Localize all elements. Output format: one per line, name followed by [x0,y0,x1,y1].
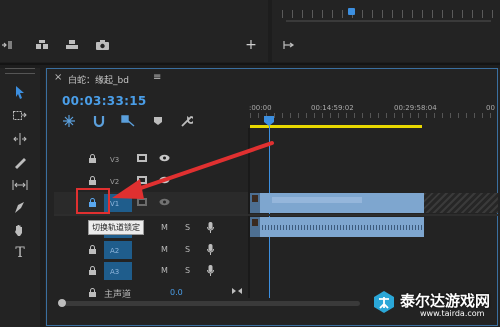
hand-tool-icon[interactable] [12,222,28,238]
a1-mic-icon[interactable] [205,221,215,233]
sequence-tab-menu-icon[interactable]: ≡ [153,72,161,83]
add-icon[interactable]: + [244,37,258,53]
ruler-tick-0: :00:00 [249,104,272,112]
watermark-url: www.tairda.com [420,309,485,318]
go-to-end-icon[interactable] [230,285,244,297]
scrollbar-left-handle[interactable] [58,299,66,307]
linked-selection-icon[interactable] [120,114,136,128]
mark-in-icon[interactable] [282,38,296,52]
ruler-tick-1: 00:14:59:02 [311,104,354,112]
a3-solo-button[interactable]: S [185,266,190,275]
add-marker-icon[interactable] [151,114,165,128]
ruler-tick-2: 00:29:58:04 [394,104,437,112]
a2-mute-button[interactable]: M [161,245,168,254]
a1-mute-button[interactable]: M [161,223,168,232]
ripple-edit-tool-icon[interactable] [12,131,28,147]
a2-lock-icon[interactable] [87,244,97,254]
v1-hatched-region [424,193,498,213]
lock-tooltip: 切换轨道锁定 [88,220,144,235]
a3-track-label[interactable]: A3 [110,268,119,276]
camera-icon[interactable] [94,38,110,52]
selection-tool-icon[interactable] [12,84,28,100]
a1-solo-button[interactable]: S [185,223,190,232]
nest-toggle-icon[interactable] [62,114,76,128]
slip-tool-icon[interactable] [12,177,28,193]
annotation-arrow [112,141,274,199]
ripple-out-icon[interactable] [0,38,14,52]
track-select-tool-icon[interactable] [12,108,28,124]
sequence-tab-title[interactable]: 白蛇：缘起_bd [68,73,129,86]
a3-lock-icon[interactable] [87,265,97,275]
ruler-minor-ticks [250,113,498,118]
watermark-logo [372,290,396,314]
top-panel-divider [0,63,500,65]
lock-tooltip-text: 切换轨道锁定 [92,223,140,232]
timecode-display[interactable]: 00:03:33:15 [62,94,147,108]
top-panel-left [0,0,268,62]
ruler-tick-3: 00 [486,104,495,112]
a3-mic-icon[interactable] [205,264,215,276]
a2-track-label[interactable]: A2 [110,247,119,255]
master-volume-value[interactable]: 0.0 [170,288,183,297]
v3-lock-icon[interactable] [87,153,97,163]
source-scroll-track[interactable] [286,20,491,22]
horizontal-scrollbar[interactable] [60,301,360,306]
tools-panel-grip [5,68,35,74]
tools-panel [0,68,40,327]
sequence-tab-close[interactable]: × [54,72,62,83]
pen-tool-icon[interactable] [12,200,28,216]
a1-audio-clip[interactable] [250,217,424,237]
razor-tool-icon[interactable] [12,154,28,170]
extract-icon[interactable] [64,38,80,52]
a2-mic-icon[interactable] [205,243,215,255]
work-area-bar[interactable] [250,125,422,128]
type-tool-icon[interactable]: T [12,245,28,261]
a2-solo-button[interactable]: S [185,245,190,254]
watermark-brand: 泰尔达游戏网 [400,292,491,310]
snap-icon[interactable] [92,114,106,128]
video-audio-divider [54,214,498,216]
v2-lock-icon[interactable] [87,175,97,185]
source-playhead-marker[interactable] [348,8,355,15]
a3-mute-button[interactable]: M [161,266,168,275]
lift-icon[interactable] [34,38,50,52]
source-ruler[interactable] [282,10,497,18]
master-track-label: 主声道 [104,290,132,300]
wrench-icon[interactable] [180,114,194,128]
master-lock-icon[interactable] [87,287,97,297]
